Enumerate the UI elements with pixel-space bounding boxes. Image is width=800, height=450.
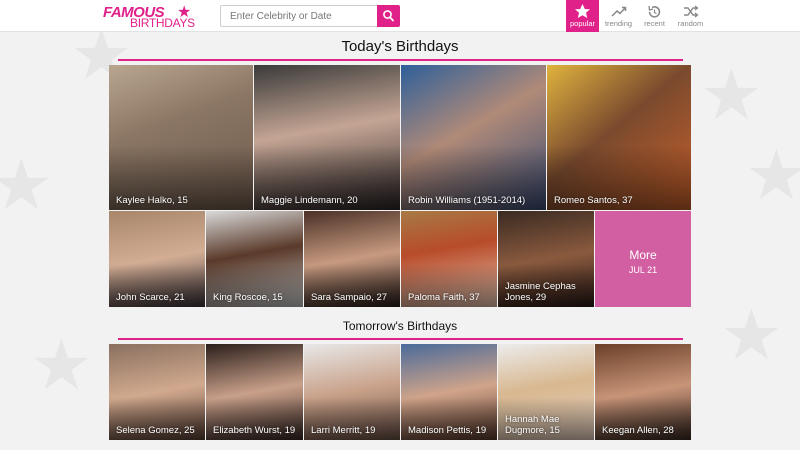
nav-label-popular: popular	[569, 19, 596, 28]
background-star-icon: ★	[0, 146, 53, 224]
celebrity-tile[interactable]: Larri Merritt, 19	[304, 344, 400, 440]
celebrity-caption: Romeo Santos, 37	[554, 195, 633, 206]
today-title: Today's Birthdays	[341, 38, 459, 55]
celebrity-caption: Sara Sampaio, 27	[311, 292, 388, 303]
nav-label-recent: recent	[644, 19, 665, 28]
top-header: FAMOUS ★ BIRTHDAYS popular trending	[0, 0, 800, 32]
celebrity-caption: Paloma Faith, 37	[408, 292, 480, 303]
background-star-icon: ★	[30, 326, 93, 404]
background-star-icon: ★	[745, 136, 800, 214]
celebrity-caption: Robin Williams (1951-2014)	[408, 195, 526, 206]
celebrity-caption: Maggie Lindemann, 20	[261, 195, 358, 206]
celebrity-caption: Elizabeth Wurst, 19	[213, 425, 296, 436]
celebrity-tile[interactable]: Maggie Lindemann, 20	[254, 65, 400, 210]
more-birthdays-tile[interactable]: More JUL 21	[595, 211, 691, 307]
celebrity-tile[interactable]: Selena Gomez, 25	[109, 344, 205, 440]
celebrity-tile[interactable]: Kaylee Halko, 15	[109, 65, 253, 210]
background-star-icon: ★	[720, 296, 783, 374]
trending-icon	[611, 6, 627, 17]
search-input[interactable]	[220, 5, 378, 27]
nav-item-random[interactable]: random	[674, 0, 707, 32]
shuffle-icon	[684, 5, 699, 18]
celebrity-caption: John Scarce, 21	[116, 292, 185, 303]
celebrity-caption: Keegan Allen, 28	[602, 425, 674, 436]
nav-item-trending[interactable]: trending	[602, 0, 635, 32]
celebrity-caption: Kaylee Halko, 15	[116, 195, 188, 206]
nav-item-popular[interactable]: popular	[566, 0, 599, 32]
more-date: JUL 21	[628, 265, 658, 275]
celebrity-tile[interactable]: Madison Pettis, 19	[401, 344, 497, 440]
today-title-underline	[118, 59, 683, 61]
celebrity-tile[interactable]: John Scarce, 21	[109, 211, 205, 307]
search-button[interactable]	[377, 5, 400, 27]
nav-bar: popular trending recent random	[566, 0, 710, 32]
tomorrow-title: Tomorrow's Birthdays	[342, 319, 458, 333]
celebrity-tile[interactable]: Hannah Mae Dugmore, 15	[498, 344, 594, 440]
celebrity-tile[interactable]: Robin Williams (1951-2014)	[401, 65, 546, 210]
celebrity-caption: Jasmine Cephas Jones, 29	[505, 281, 576, 303]
celebrity-tile[interactable]: Elizabeth Wurst, 19	[206, 344, 303, 440]
nav-item-recent[interactable]: recent	[638, 0, 671, 32]
search-icon	[383, 10, 394, 22]
celebrity-caption: Larri Merritt, 19	[311, 425, 376, 436]
more-label: More	[629, 248, 657, 262]
celebrity-tile[interactable]: Sara Sampaio, 27	[304, 211, 400, 307]
celebrity-tile[interactable]: Romeo Santos, 37	[547, 65, 691, 210]
celebrity-caption: Selena Gomez, 25	[116, 425, 195, 436]
logo-text-birthdays: BIRTHDAYS	[130, 16, 195, 30]
famous-birthdays-logo[interactable]: FAMOUS ★ BIRTHDAYS	[103, 4, 213, 30]
celebrity-caption: Madison Pettis, 19	[408, 425, 487, 436]
star-icon	[575, 4, 590, 18]
celebrity-caption: King Roscoe, 15	[213, 292, 283, 303]
celebrity-caption: Hannah Mae Dugmore, 15	[505, 414, 560, 436]
nav-label-trending: trending	[604, 19, 633, 28]
recent-icon	[648, 5, 661, 18]
celebrity-tile[interactable]: Paloma Faith, 37	[401, 211, 497, 307]
celebrity-tile[interactable]: Keegan Allen, 28	[595, 344, 691, 440]
nav-label-random: random	[677, 19, 704, 28]
background-star-icon: ★	[700, 56, 763, 134]
celebrity-tile[interactable]: King Roscoe, 15	[206, 211, 303, 307]
tomorrow-title-underline	[118, 338, 683, 340]
celebrity-tile[interactable]: Jasmine Cephas Jones, 29	[498, 211, 594, 307]
